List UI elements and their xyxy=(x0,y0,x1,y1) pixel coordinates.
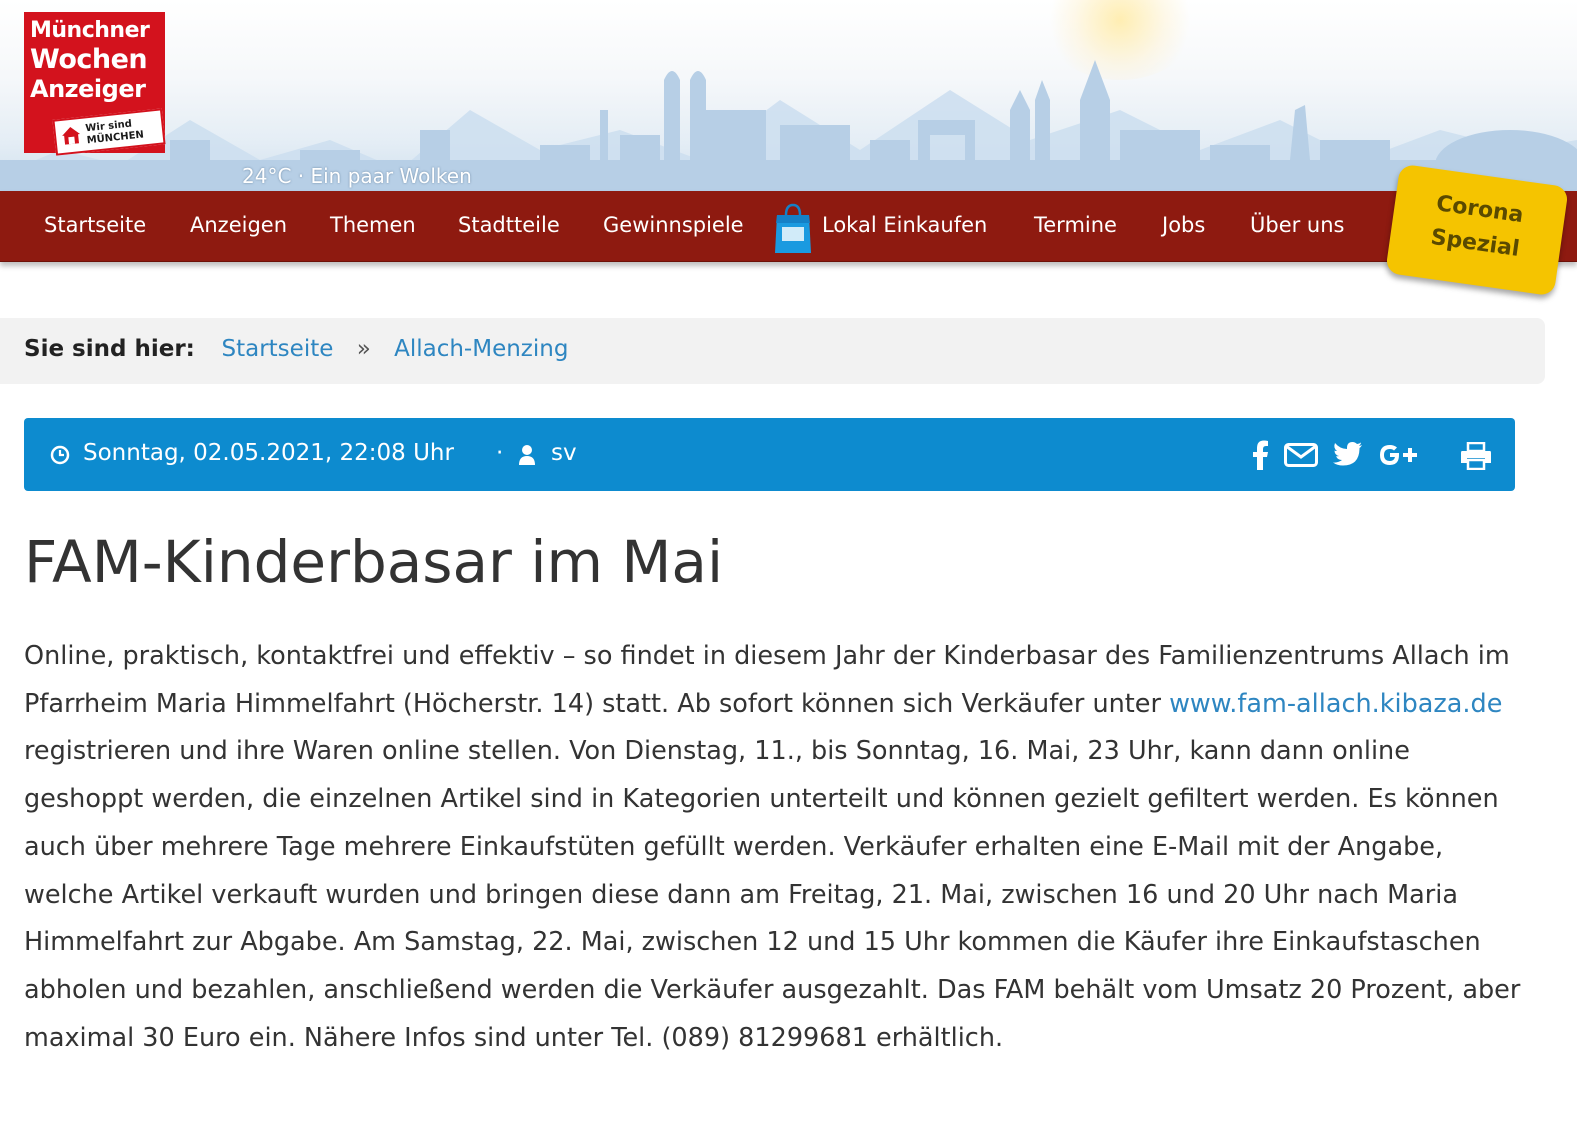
article-body: Online, praktisch, kontaktfrei und effek… xyxy=(24,633,1524,1062)
nav-item-ueber-uns[interactable]: Über uns xyxy=(1250,213,1345,237)
shopping-bag-icon[interactable] xyxy=(774,203,812,255)
twitter-icon[interactable] xyxy=(1333,442,1363,467)
breadcrumb-separator: » xyxy=(356,336,371,362)
site-logo[interactable]: Münchner Wochen Anzeiger Wir sind MÜNCHE… xyxy=(24,12,166,156)
nav-item-anzeigen[interactable]: Anzeigen xyxy=(190,213,287,237)
nav-item-stadtteile[interactable]: Stadtteile xyxy=(458,213,560,237)
kibaza-link[interactable]: www.fam-allach.kibaza.de xyxy=(1169,689,1502,719)
house-icon xyxy=(62,127,81,145)
site-header: Münchner Wochen Anzeiger Wir sind MÜNCHE… xyxy=(0,0,1577,191)
article-title: FAM-Kinderbasar im Mai xyxy=(24,528,724,596)
corona-spezial-badge[interactable]: Corona Spezial xyxy=(1385,163,1569,297)
breadcrumb: Sie sind hier: Startseite » Allach-Menzi… xyxy=(0,318,1545,384)
meta-separator: · xyxy=(496,440,504,466)
logo-line-1: Münchner xyxy=(30,18,150,43)
logo-badge: Wir sind MÜNCHEN xyxy=(52,108,166,156)
logo-line-2: Wochen xyxy=(30,44,148,75)
print-icon[interactable] xyxy=(1460,442,1492,470)
facebook-icon[interactable] xyxy=(1251,440,1269,470)
article-text-part-2: registrieren und ihre Waren online stell… xyxy=(24,736,1521,1053)
mail-icon[interactable] xyxy=(1284,443,1318,467)
nav-item-startseite[interactable]: Startseite xyxy=(44,213,146,237)
article-date: Sonntag, 02.05.2021, 22:08 Uhr xyxy=(83,440,454,466)
nav-item-gewinnspiele[interactable]: Gewinnspiele xyxy=(603,213,744,237)
user-icon xyxy=(519,445,535,465)
article-meta-bar: Sonntag, 02.05.2021, 22:08 Uhr · sv xyxy=(24,418,1515,491)
nav-item-lokal-einkaufen[interactable]: Lokal Einkaufen xyxy=(822,213,987,237)
logo-line-3: Anzeiger xyxy=(30,75,146,103)
breadcrumb-label: Sie sind hier: xyxy=(24,336,195,362)
nav-item-jobs[interactable]: Jobs xyxy=(1162,213,1205,237)
article-author: sv xyxy=(551,440,577,466)
clock-icon xyxy=(50,445,70,465)
breadcrumb-link-home[interactable]: Startseite xyxy=(222,336,334,362)
breadcrumb-link-allach-menzing[interactable]: Allach-Menzing xyxy=(394,336,568,362)
google-plus-icon[interactable] xyxy=(1379,442,1421,468)
nav-item-termine[interactable]: Termine xyxy=(1034,213,1117,237)
nav-item-themen[interactable]: Themen xyxy=(330,213,416,237)
munich-skyline-illustration xyxy=(0,60,1577,191)
weather-info: 24°C · Ein paar Wolken xyxy=(242,164,472,188)
